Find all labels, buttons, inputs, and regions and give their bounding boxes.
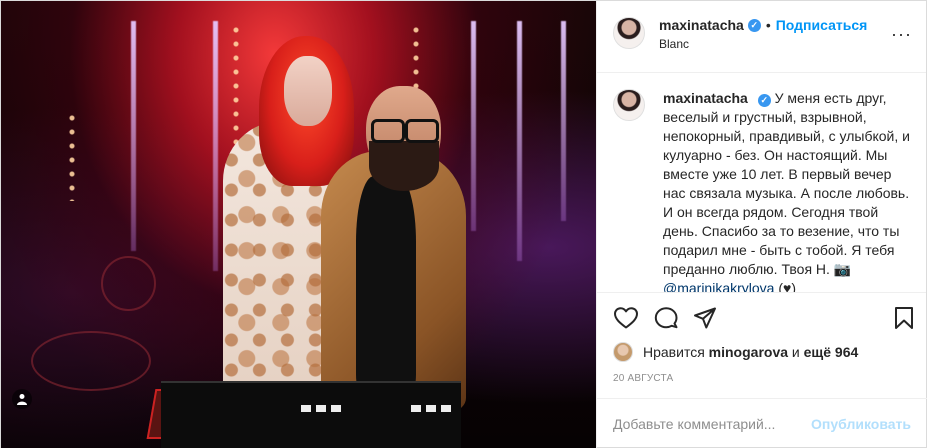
verified-badge-icon: ✓ — [747, 18, 761, 32]
man-shirt — [356, 176, 416, 396]
comment-input[interactable]: Добавьте комментарий... — [613, 416, 775, 432]
woman-face — [284, 56, 332, 126]
caption-username[interactable]: maxinatacha — [663, 90, 748, 106]
paper-plane-icon[interactable] — [693, 306, 717, 335]
post-photo[interactable] — [1, 1, 596, 448]
avatar[interactable] — [613, 89, 645, 121]
likes-summary: Нравится minogarova и ещё 964 — [613, 342, 858, 362]
caption-body: У меня есть друг, веселый и грустный, вз… — [663, 90, 910, 277]
post-header: maxinatacha ✓ • Подписаться Blanc ··· — [597, 1, 926, 73]
likes-joiner: и — [791, 344, 800, 360]
post-card: maxinatacha ✓ • Подписаться Blanc ··· ma… — [0, 0, 927, 448]
more-options-icon[interactable]: ··· — [891, 25, 912, 43]
action-bar — [597, 298, 927, 338]
post-sidebar: maxinatacha ✓ • Подписаться Blanc ··· ma… — [596, 1, 927, 448]
avatar[interactable] — [613, 17, 645, 49]
light-beam — [471, 21, 476, 231]
likes-prefix: Нравится — [643, 344, 705, 360]
man-glasses — [371, 119, 439, 143]
liker-avatar[interactable] — [613, 342, 633, 362]
drum-kit — [101, 256, 156, 311]
light-beam — [131, 21, 136, 251]
heart-outline-icon[interactable] — [613, 306, 639, 335]
verified-badge-icon: ✓ — [757, 94, 771, 107]
dj-console — [161, 381, 461, 448]
caption-text: maxinatacha ✓ У меня есть друг, веселый … — [663, 89, 910, 292]
user-tags-icon[interactable] — [12, 389, 32, 409]
caption-suffix: (♥) — [774, 280, 796, 293]
liker-username[interactable]: minogarova — [709, 344, 788, 360]
light-beam — [213, 21, 218, 271]
separator-dot: • — [765, 17, 771, 33]
comment-bar: Добавьте комментарий... Опубликовать — [597, 398, 927, 448]
light-beam — [561, 21, 566, 221]
follow-button[interactable]: Подписаться — [776, 17, 868, 33]
drum-kit — [31, 331, 151, 391]
comment-bubble-icon[interactable] — [653, 306, 679, 335]
light-dots — [69, 111, 75, 201]
light-beam — [517, 21, 522, 261]
likes-count[interactable]: ещё 964 — [804, 344, 859, 360]
author-username[interactable]: maxinatacha — [659, 17, 744, 33]
post-date[interactable]: 20 августа — [613, 373, 673, 384]
location-link[interactable]: Blanc — [659, 37, 867, 51]
bookmark-icon[interactable] — [893, 306, 915, 335]
mention-link[interactable]: @marinikakrylova — [663, 280, 774, 292]
publish-button[interactable]: Опубликовать — [811, 416, 911, 432]
caption-block: maxinatacha ✓ У меня есть друг, веселый … — [597, 73, 926, 293]
man-beard — [369, 141, 439, 191]
